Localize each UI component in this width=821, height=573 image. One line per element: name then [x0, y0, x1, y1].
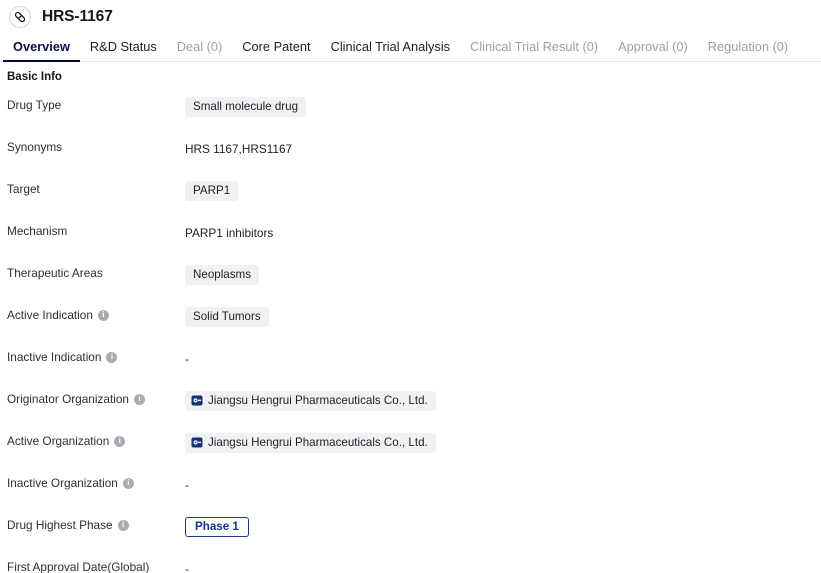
row-synonyms: Synonyms HRS 1167,HRS1167 — [0, 139, 821, 181]
row-value: Solid Tumors — [185, 306, 821, 328]
row-value: Jiangsu Hengrui Pharmaceuticals Co., Ltd… — [185, 390, 821, 412]
tab-clinical-trial-result[interactable]: Clinical Trial Result (0) — [460, 40, 608, 61]
value-mechanism: PARP1 inhibitors — [185, 225, 274, 240]
tab-regulation[interactable]: Regulation (0) — [698, 40, 798, 61]
row-target: Target PARP1 — [0, 180, 821, 223]
row-label: Drug Type — [7, 97, 185, 112]
info-icon[interactable]: i — [114, 435, 126, 447]
row-label: Originator Organization i — [7, 391, 185, 406]
row-label: Synonyms — [7, 139, 185, 154]
tab-core-patent[interactable]: Core Patent — [232, 40, 320, 61]
drug-detail-page: HRS-1167 Overview R&D Status Deal (0) Co… — [0, 0, 821, 573]
info-icon[interactable]: i — [117, 519, 129, 531]
company-icon — [191, 395, 203, 406]
value-empty-dash: - — [185, 561, 189, 573]
chip-active-indication[interactable]: Solid Tumors — [185, 306, 269, 328]
row-drug-type: Drug Type Small molecule drug — [0, 96, 821, 139]
chip-label: Jiangsu Hengrui Pharmaceuticals Co., Ltd… — [208, 393, 428, 407]
row-value: - — [185, 349, 821, 368]
value-synonyms: HRS 1167,HRS1167 — [185, 141, 293, 156]
value-empty-dash: - — [185, 477, 189, 492]
row-label-text: Active Indication — [7, 307, 93, 322]
company-icon — [191, 437, 203, 448]
row-therapeutic-areas: Therapeutic Areas Neoplasms — [0, 264, 821, 307]
row-label: Therapeutic Areas — [7, 265, 185, 280]
row-value: Small molecule drug — [185, 96, 821, 118]
row-value: - — [185, 559, 821, 573]
row-label: Inactive Organization i — [7, 475, 185, 490]
info-icon[interactable]: i — [122, 477, 134, 489]
row-label-text: Inactive Organization — [7, 475, 118, 490]
row-mechanism: Mechanism PARP1 inhibitors — [0, 223, 821, 265]
row-label-text: Inactive Indication — [7, 349, 102, 364]
row-label-text: Mechanism — [7, 223, 68, 238]
row-value: PARP1 inhibitors — [185, 223, 821, 242]
row-label-text: Drug Highest Phase — [7, 517, 113, 532]
row-value: Neoplasms — [185, 264, 821, 286]
row-label-text: Target — [7, 181, 40, 196]
row-label: Drug Highest Phase i — [7, 517, 185, 532]
row-label: Target — [7, 181, 185, 196]
chip-therapeutic-area[interactable]: Neoplasms — [185, 264, 259, 286]
pill-capsule-icon — [9, 6, 31, 28]
tab-approval[interactable]: Approval (0) — [608, 40, 698, 61]
tab-bar: Overview R&D Status Deal (0) Core Patent… — [0, 34, 821, 62]
row-label: Mechanism — [7, 223, 185, 238]
row-active-organization: Active Organization i Jiangsu Hengrui Ph… — [0, 432, 821, 475]
chip-target[interactable]: PARP1 — [185, 180, 239, 202]
value-empty-dash: - — [185, 351, 189, 366]
section-title-basic-info: Basic Info — [7, 71, 62, 83]
row-value: Phase 1 — [185, 516, 821, 538]
row-inactive-organization: Inactive Organization i - — [0, 475, 821, 517]
tab-rd-status[interactable]: R&D Status — [80, 40, 167, 61]
row-label: Active Organization i — [7, 433, 185, 448]
row-label-text: Active Organization — [7, 433, 110, 448]
tab-deal[interactable]: Deal (0) — [167, 40, 233, 61]
info-icon[interactable]: i — [133, 393, 145, 405]
row-label: First Approval Date(Global) — [7, 559, 185, 573]
row-label-text: Therapeutic Areas — [7, 265, 103, 280]
row-label-text: Synonyms — [7, 139, 63, 154]
row-inactive-indication: Inactive Indication i - — [0, 349, 821, 391]
info-icon[interactable]: i — [97, 309, 109, 321]
page-title: HRS-1167 — [42, 8, 113, 26]
row-value: Jiangsu Hengrui Pharmaceuticals Co., Ltd… — [185, 432, 821, 454]
page-header: HRS-1167 — [0, 0, 821, 34]
row-label: Active Indication i — [7, 307, 185, 322]
row-label-text: Drug Type — [7, 97, 62, 112]
tab-clinical-trial-analysis[interactable]: Clinical Trial Analysis — [321, 40, 460, 61]
chip-label: Jiangsu Hengrui Pharmaceuticals Co., Ltd… — [208, 435, 428, 449]
row-label: Inactive Indication i — [7, 349, 185, 364]
tab-overview[interactable]: Overview — [3, 40, 80, 62]
chip-drug-type[interactable]: Small molecule drug — [185, 96, 307, 118]
info-icon[interactable]: i — [106, 351, 118, 363]
row-value: - — [185, 475, 821, 494]
chip-originator-organization[interactable]: Jiangsu Hengrui Pharmaceuticals Co., Ltd… — [185, 390, 436, 412]
row-value: HRS 1167,HRS1167 — [185, 139, 821, 158]
row-originator-organization: Originator Organization i Jiangsu Hengru… — [0, 390, 821, 433]
status-badge-phase[interactable]: Phase 1 — [185, 516, 249, 538]
row-value: PARP1 — [185, 180, 821, 202]
row-label-text: Originator Organization — [7, 391, 129, 406]
row-label-text: First Approval Date(Global) — [7, 559, 150, 573]
row-drug-highest-phase: Drug Highest Phase i Phase 1 — [0, 516, 821, 559]
chip-active-organization[interactable]: Jiangsu Hengrui Pharmaceuticals Co., Ltd… — [185, 432, 436, 454]
basic-info-rows: Drug Type Small molecule drug Synonyms H… — [0, 84, 821, 573]
row-first-approval-date-global: First Approval Date(Global) - — [0, 559, 821, 573]
row-active-indication: Active Indication i Solid Tumors — [0, 306, 821, 349]
